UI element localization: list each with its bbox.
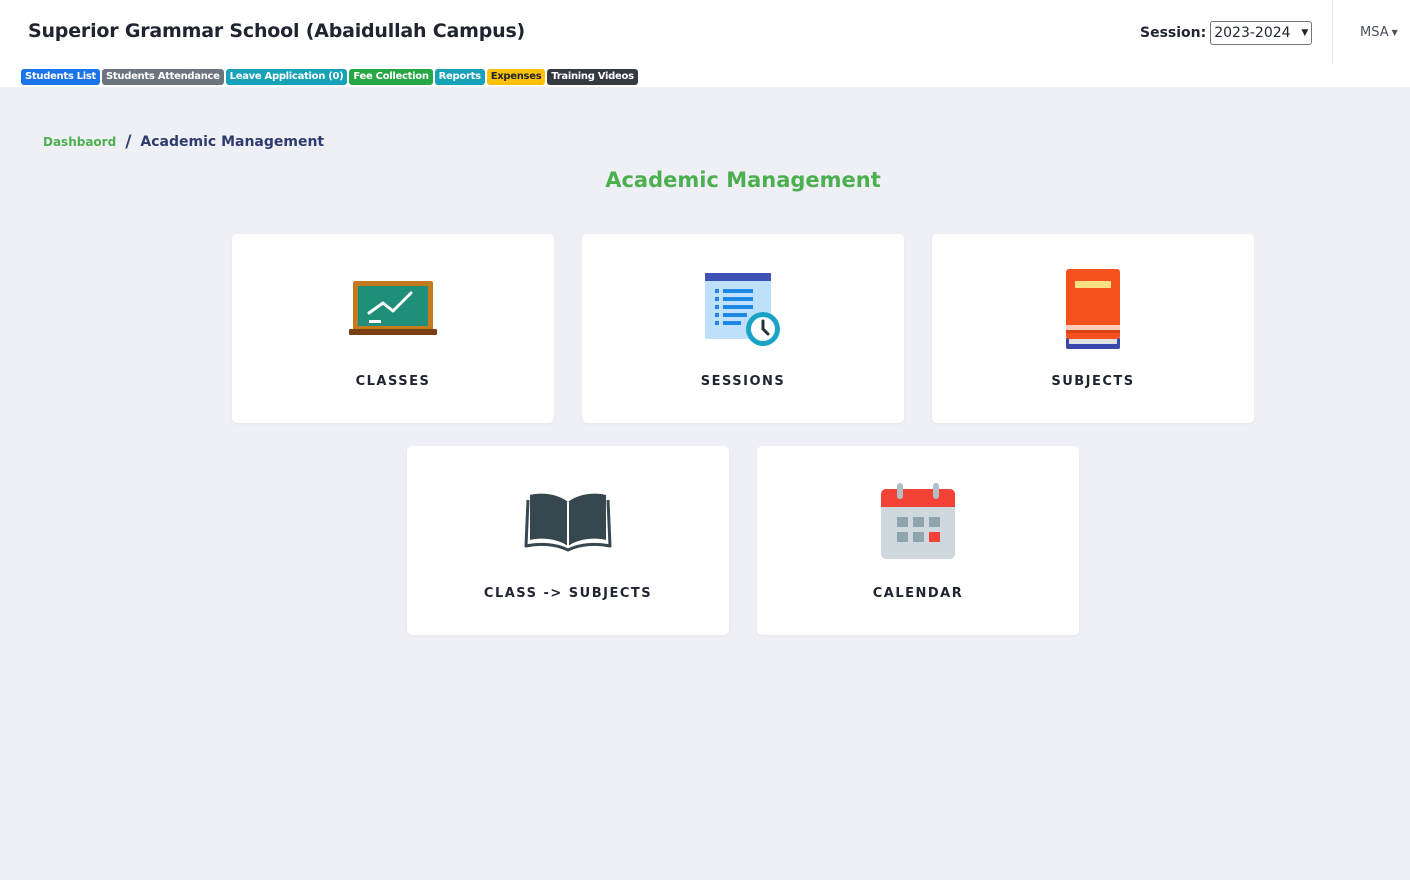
breadcrumb-current: Academic Management [140, 134, 325, 150]
school-name: Superior Grammar School (Abaidullah Camp… [28, 20, 526, 42]
caret-down-icon: ▼ [1391, 28, 1398, 37]
calendar-icon [757, 476, 1079, 566]
quick-link-leave-application[interactable]: Leave Application (0) [225, 69, 348, 85]
class-subjects-label: CLASS -> SUBJECTS [483, 586, 653, 601]
class-subjects-card[interactable]: CLASS -> SUBJECTS [407, 446, 729, 635]
schedule-list-clock-icon [582, 264, 904, 354]
open-book-icon [407, 476, 729, 566]
quick-link-expenses[interactable]: Expenses [486, 69, 546, 85]
quick-link-students-attendance[interactable]: Students Attendance [102, 69, 224, 85]
top-navbar: Superior Grammar School (Abaidullah Camp… [0, 0, 1410, 87]
calendar-label: CALENDAR [872, 586, 964, 601]
navbar-divider [1332, 0, 1333, 64]
page-title: Academic Management [605, 168, 881, 192]
session-label: Session: [1140, 25, 1207, 41]
session-selector: Session: 2023-2024 ▼ [1140, 21, 1313, 45]
sessions-card[interactable]: SESSIONS [582, 234, 904, 423]
quick-link-fee-collection[interactable]: Fee Collection [349, 69, 433, 85]
classes-label: CLASSES [355, 374, 431, 389]
breadcrumb: Dashbaord / Academic Management [43, 132, 324, 152]
breadcrumb-dashboard-link[interactable]: Dashbaord [43, 135, 116, 149]
quick-link-students-list[interactable]: Students List [21, 69, 101, 85]
chevron-down-icon: ▼ [1301, 28, 1309, 38]
sessions-label: SESSIONS [700, 374, 786, 389]
quick-link-reports[interactable]: Reports [434, 69, 485, 85]
quick-links: Students List Students Attendance Leave … [21, 69, 638, 85]
classes-card[interactable]: CLASSES [232, 234, 554, 423]
user-name: MSA [1360, 25, 1389, 40]
subjects-label: SUBJECTS [1051, 374, 1135, 389]
quick-link-training-videos[interactable]: Training Videos [547, 69, 638, 85]
book-stack-icon [932, 264, 1254, 354]
calendar-card[interactable]: CALENDAR [757, 446, 1079, 635]
user-menu[interactable]: MSA ▼ [1360, 25, 1398, 40]
session-select[interactable]: 2023-2024 ▼ [1210, 21, 1313, 45]
session-value: 2023-2024 [1214, 25, 1291, 41]
chalkboard-icon [232, 264, 554, 354]
subjects-card[interactable]: SUBJECTS [932, 234, 1254, 423]
breadcrumb-separator: / [125, 132, 132, 152]
